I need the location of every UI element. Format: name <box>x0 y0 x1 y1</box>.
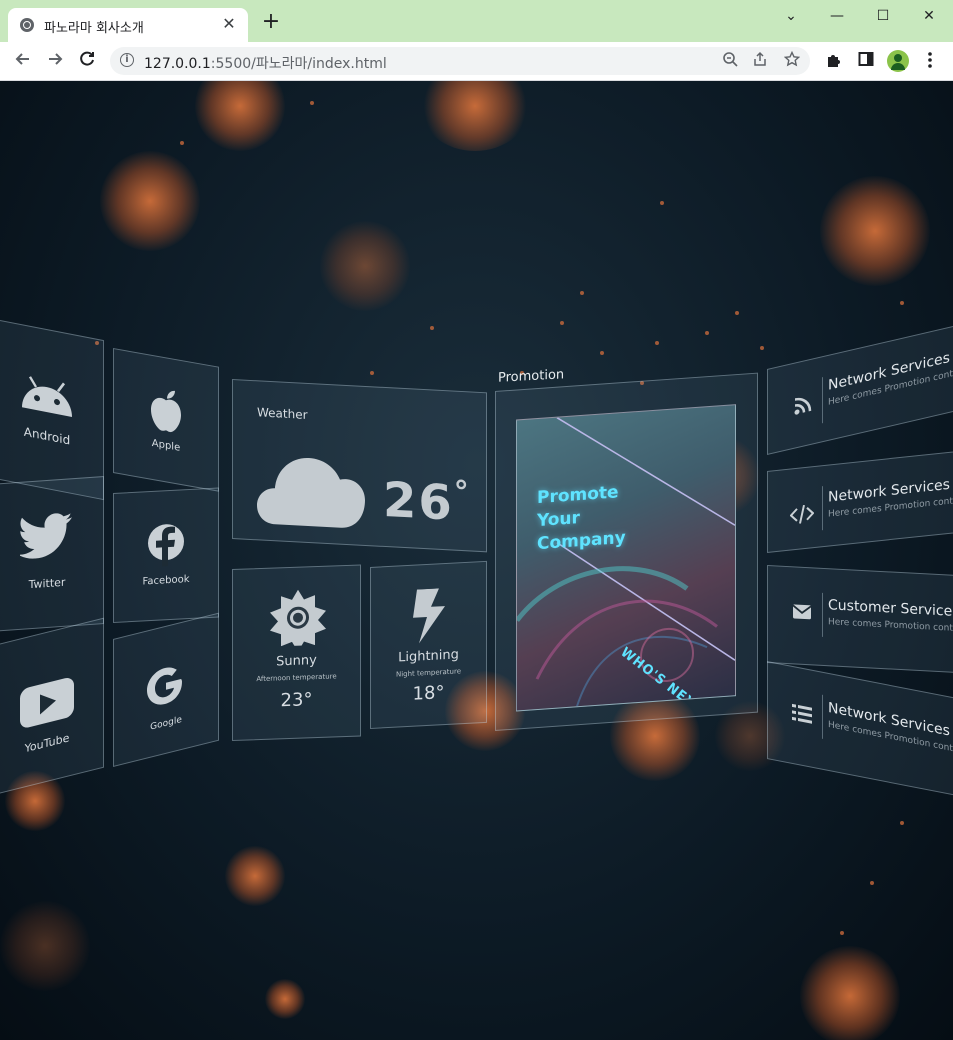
social-tile-twitter[interactable]: Twitter <box>0 476 104 632</box>
weather-title: Weather <box>257 405 308 422</box>
service-title: Customer Services <box>828 597 953 621</box>
promotion-headline: Promote Your Company <box>537 482 626 555</box>
sunny-temp: 23° <box>280 689 313 712</box>
maximize-button[interactable]: ☐ <box>868 6 898 26</box>
lightning-panel[interactable]: Lightning Night temperature 18° <box>370 560 487 729</box>
service-divider <box>822 486 823 531</box>
arrow-left-icon <box>15 53 29 65</box>
minimize-button[interactable]: — <box>822 6 852 26</box>
tab-title: 파노라마 회사소개 <box>44 21 144 36</box>
reload-icon <box>80 51 94 66</box>
social-tile-android[interactable]: Android <box>0 318 104 501</box>
social-label: Twitter <box>28 575 66 592</box>
service-divider <box>822 592 823 637</box>
tab-search-button[interactable]: ⌄ <box>776 6 806 26</box>
social-tile-apple[interactable]: Apple <box>113 348 219 492</box>
side-panel-icon[interactable] <box>856 51 876 71</box>
back-button[interactable] <box>12 50 34 72</box>
tab-strip: 파노라마 회사소개 ✕ + ⌄ — ☐ ✕ <box>0 0 953 42</box>
arrow-right-icon <box>49 53 63 65</box>
panorama-page: Android Apple Twitter Facebook YouTube G… <box>0 81 953 1040</box>
lightning-label: Lightning <box>398 647 459 666</box>
service-tile[interactable]: Customer Services Here comes Promotion c… <box>767 565 953 674</box>
facebook-icon <box>114 518 218 573</box>
bookmark-star-icon[interactable] <box>782 50 802 71</box>
url-text: 127.0.0.1:5500/파노라마/index.html <box>144 56 387 72</box>
weather-temp: 26° <box>383 471 471 532</box>
close-tab-button[interactable]: ✕ <box>220 15 238 33</box>
list-icon <box>792 703 812 724</box>
share-icon[interactable] <box>750 51 770 71</box>
code-icon <box>790 504 814 524</box>
social-tile-facebook[interactable]: Facebook <box>113 487 219 623</box>
lightning-temp: 18° <box>412 682 445 705</box>
weather-panel[interactable]: Weather 26° <box>232 379 487 553</box>
close-window-button[interactable]: ✕ <box>914 6 944 26</box>
service-tile[interactable]: Network Services Here comes Promotion co… <box>767 322 953 455</box>
more-menu-icon[interactable] <box>920 51 940 71</box>
globe-icon <box>20 18 34 32</box>
lightning-icon <box>413 588 445 644</box>
social-tile-google[interactable]: Google <box>113 612 219 767</box>
sun-icon <box>270 589 326 647</box>
social-label: Facebook <box>142 573 190 588</box>
rss-icon <box>794 397 812 415</box>
lightning-sub: Night temperature <box>395 667 462 679</box>
browser-toolbar: i 127.0.0.1:5500/파노라마/index.html <box>0 42 953 81</box>
forward-button[interactable] <box>44 50 66 72</box>
sunny-panel[interactable]: Sunny Afternoon temperature 23° <box>232 564 361 741</box>
profile-avatar[interactable] <box>887 50 909 72</box>
sunny-sub: Afternoon temperature <box>256 672 337 684</box>
android-icon <box>0 363 103 429</box>
mail-icon <box>792 604 812 620</box>
social-tile-youtube[interactable]: YouTube <box>0 617 104 796</box>
service-tile[interactable]: Network Services Here comes Promotion co… <box>767 449 953 553</box>
promotion-title: Promotion <box>498 367 565 386</box>
address-bar[interactable]: i 127.0.0.1:5500/파노라마/index.html <box>110 47 810 75</box>
info-icon[interactable]: i <box>120 53 134 67</box>
promotion-poster[interactable]: Promote Your Company WHO'S NEXT? <box>516 404 736 712</box>
sunny-label: Sunny <box>276 653 317 670</box>
service-sub: Here comes Promotion contents <box>828 617 953 635</box>
twitter-icon <box>0 509 103 567</box>
service-tile[interactable]: Network Services Here comes Promotion co… <box>767 661 953 798</box>
poster-swirls <box>517 417 735 707</box>
service-divider <box>822 694 823 739</box>
service-divider <box>822 377 823 424</box>
zoom-icon[interactable] <box>720 51 740 71</box>
reload-button[interactable] <box>76 50 98 72</box>
cloud-icon <box>257 458 365 528</box>
promotion-panel[interactable]: Promote Your Company WHO'S NEXT? <box>495 372 758 731</box>
browser-tab[interactable]: 파노라마 회사소개 ✕ <box>8 8 248 42</box>
new-tab-button[interactable]: + <box>260 11 282 34</box>
extensions-icon[interactable] <box>824 51 844 71</box>
